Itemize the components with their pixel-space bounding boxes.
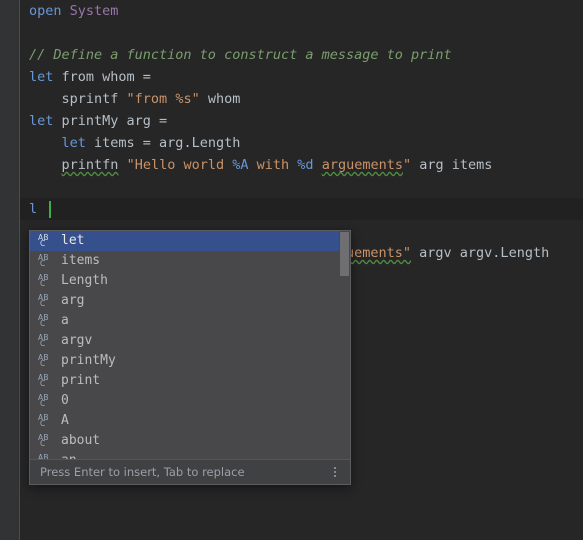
code-token: printMy arg = xyxy=(53,113,168,129)
code-token: from whom = xyxy=(53,69,151,85)
code-line[interactable]: let printMy arg = xyxy=(20,110,583,132)
code-line[interactable] xyxy=(20,22,583,44)
abc-word-completion-icon: ABC xyxy=(37,293,54,309)
abc-word-completion-icon: ABC xyxy=(37,413,54,429)
abc-word-completion-icon: ABC xyxy=(37,313,54,329)
autocomplete-item-label: about xyxy=(61,433,101,448)
abc-icon-bottom: C xyxy=(40,439,46,448)
autocomplete-item[interactable]: AB C Length xyxy=(30,271,350,291)
autocomplete-popup[interactable]: AB C let AB C items AB C Length AB C arg AB C a AB C argv… xyxy=(29,230,351,485)
abc-icon-bottom: C xyxy=(40,379,46,388)
autocomplete-item-label: Length xyxy=(61,273,108,288)
autocomplete-item-label: an xyxy=(61,451,77,459)
kebab-menu-icon[interactable] xyxy=(329,464,341,480)
autocomplete-item-label: printMy xyxy=(61,353,116,368)
autocomplete-item-label: let xyxy=(61,233,85,248)
abc-icon-bottom: C xyxy=(40,399,46,408)
code-line[interactable]: sprintf "from %s" whom xyxy=(20,88,583,110)
autocomplete-list[interactable]: AB C let AB C items AB C Length AB C arg AB C a AB C argv… xyxy=(30,231,350,459)
code-token: "Hello world xyxy=(126,157,233,173)
code-token: whom xyxy=(199,91,241,107)
autocomplete-scrollbar[interactable] xyxy=(339,231,350,459)
abc-icon-bottom: C xyxy=(40,239,46,248)
code-token: %d xyxy=(297,157,314,173)
code-content[interactable]: open System // Define a function to cons… xyxy=(20,0,583,264)
autocomplete-item-label: items xyxy=(61,253,101,268)
code-line[interactable]: l xyxy=(20,198,583,220)
code-line[interactable]: open System xyxy=(20,0,583,22)
code-line[interactable]: printfn "Hello world %A with %d arguemen… xyxy=(20,154,583,176)
autocomplete-item[interactable]: AB C about xyxy=(30,431,350,451)
abc-icon-bottom: C xyxy=(40,339,46,348)
abc-icon-bottom: C xyxy=(40,419,46,428)
code-token: let xyxy=(61,135,86,151)
abc-icon-bottom: C xyxy=(40,259,46,268)
code-token: items = arg.Length xyxy=(85,135,241,151)
autocomplete-item-label: 0 xyxy=(61,393,69,408)
autocomplete-item-label: print xyxy=(61,373,101,388)
autocomplete-item-label: argv xyxy=(61,333,93,348)
code-token: " xyxy=(402,157,412,173)
code-token: with xyxy=(248,157,298,173)
code-token: arguements xyxy=(321,157,403,173)
code-token: arg items xyxy=(411,157,493,173)
code-token: let xyxy=(29,69,54,85)
abc-icon-bottom: C xyxy=(40,299,46,308)
autocomplete-item[interactable]: AB C A xyxy=(30,411,350,431)
autocomplete-item[interactable]: AB C 0 xyxy=(30,391,350,411)
autocomplete-hint-text: Press Enter to insert, Tab to replace xyxy=(40,465,245,479)
autocomplete-item[interactable]: AB C items xyxy=(30,251,350,271)
code-token: printfn xyxy=(61,157,119,173)
abc-word-completion-icon: ABC xyxy=(37,393,54,409)
code-token: System xyxy=(69,3,119,19)
autocomplete-status-bar: Press Enter to insert, Tab to replace xyxy=(30,459,350,484)
code-line[interactable] xyxy=(20,176,583,198)
code-line[interactable]: let from whom = xyxy=(20,66,583,88)
code-token: open xyxy=(29,3,62,19)
autocomplete-item[interactable]: ABC an xyxy=(30,451,350,459)
code-token: "from %s" xyxy=(126,91,200,107)
autocomplete-item[interactable]: AB C print xyxy=(30,371,350,391)
autocomplete-item[interactable]: AB C arg xyxy=(30,291,350,311)
autocomplete-scrollbar-thumb[interactable] xyxy=(340,232,349,276)
autocomplete-item[interactable]: AB C printMy xyxy=(30,351,350,371)
abc-word-completion-icon: ABC xyxy=(37,253,54,269)
autocomplete-item-label: arg xyxy=(61,293,85,308)
code-line[interactable]: let items = arg.Length xyxy=(20,132,583,154)
abc-word-completion-icon: ABC xyxy=(37,333,54,349)
abc-icon-bottom: C xyxy=(40,279,46,288)
code-token: argv argv.Length xyxy=(411,245,550,261)
code-token: // Define a function to construct a mess… xyxy=(29,47,452,63)
abc-word-completion-icon: ABC xyxy=(37,373,54,389)
autocomplete-item[interactable]: AB C let xyxy=(30,231,350,251)
abc-word-completion-icon: ABC xyxy=(37,433,54,449)
code-line[interactable]: // Define a function to construct a mess… xyxy=(20,44,583,66)
ide-window: open System // Define a function to cons… xyxy=(0,0,583,540)
code-token: let xyxy=(29,113,54,129)
abc-word-completion-icon: ABC xyxy=(37,353,54,369)
code-token: sprintf xyxy=(29,91,127,107)
abc-word-completion-icon: ABC xyxy=(37,273,54,289)
autocomplete-item-label: A xyxy=(61,413,69,428)
abc-icon-bottom: C xyxy=(40,359,46,368)
autocomplete-item-label: a xyxy=(61,313,69,328)
code-token: l xyxy=(29,201,38,217)
abc-word-completion-icon: ABC xyxy=(37,453,54,460)
editor-gutter[interactable] xyxy=(0,0,19,540)
autocomplete-item[interactable]: AB C a xyxy=(30,311,350,331)
autocomplete-item[interactable]: AB C argv xyxy=(30,331,350,351)
abc-icon-bottom: C xyxy=(40,319,46,328)
text-caret xyxy=(49,201,51,218)
abc-word-completion-icon: ABC xyxy=(37,233,54,249)
code-token: %A xyxy=(232,157,249,173)
